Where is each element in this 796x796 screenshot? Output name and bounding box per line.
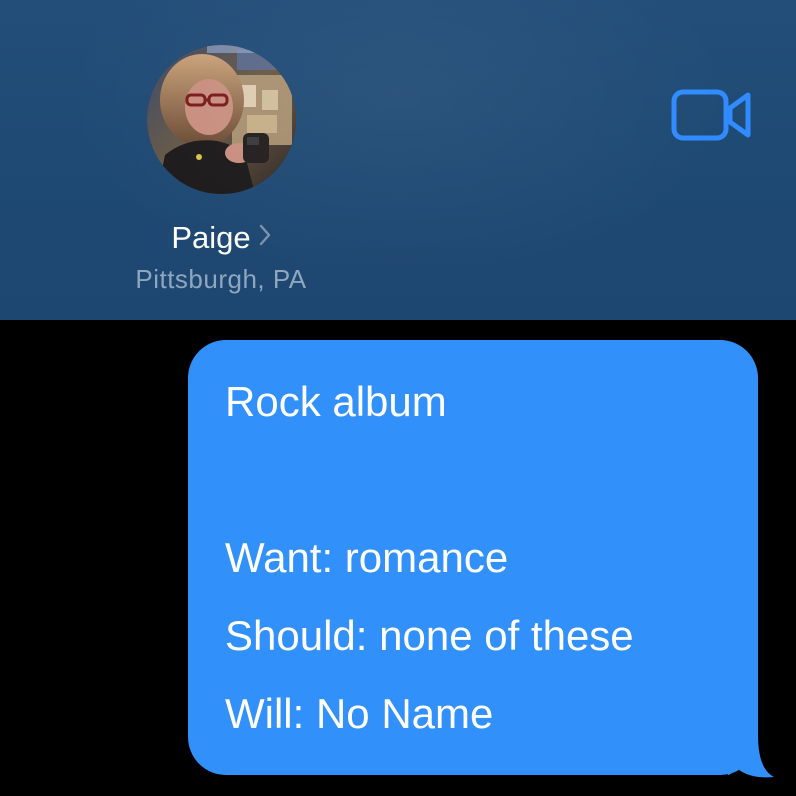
- message-line: Rock album: [225, 378, 447, 425]
- bubble-tail: [728, 735, 774, 778]
- contact-name: Paige: [171, 219, 251, 255]
- message-line: Will: No Name: [225, 690, 494, 737]
- contact-location: Pittsburgh, PA: [135, 264, 307, 294]
- contact-name-row[interactable]: Paige: [0, 216, 442, 258]
- message-line: Should: none of these: [225, 612, 634, 659]
- outgoing-message-bubble[interactable]: Rock album Want: romance Should: none of…: [188, 340, 758, 775]
- avatar-image: [147, 45, 296, 194]
- messages-screen: Paige Pittsburgh, PA Rock album Want: ro…: [0, 0, 796, 796]
- contact-avatar[interactable]: [147, 45, 296, 194]
- contact-info[interactable]: Paige Pittsburgh, PA: [0, 0, 445, 320]
- video-call-button[interactable]: [668, 86, 756, 144]
- video-camera-icon: [671, 89, 751, 141]
- chevron-right-icon: [259, 216, 271, 256]
- conversation-header: Paige Pittsburgh, PA: [0, 0, 796, 320]
- message-line: Want: romance: [225, 534, 509, 581]
